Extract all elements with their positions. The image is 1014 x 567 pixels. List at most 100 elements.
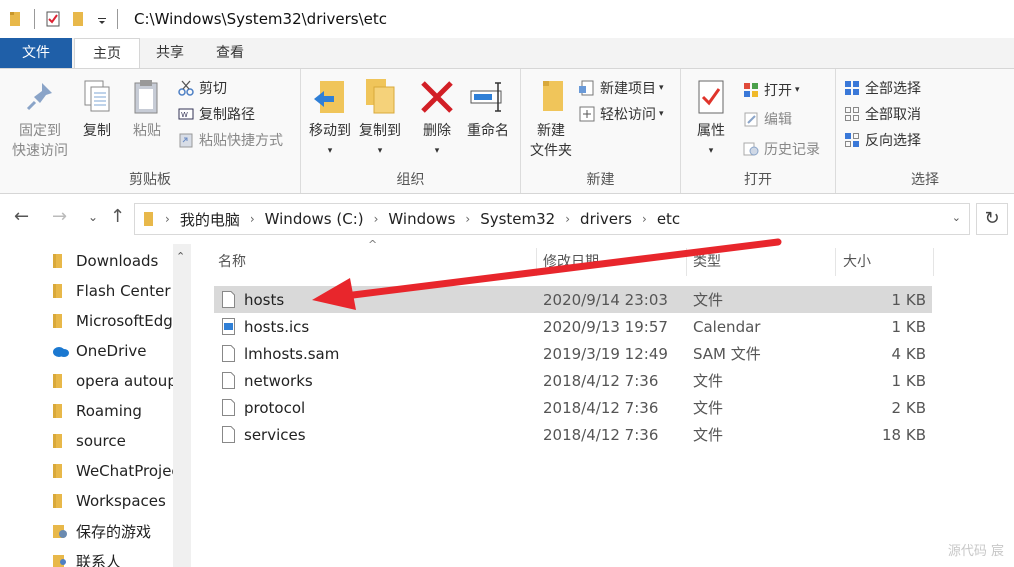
nav-item-label: Downloads [76, 252, 159, 270]
up-arrow-icon[interactable]: ↑ [110, 206, 125, 227]
window-title: C:\Windows\System32\drivers\etc [134, 10, 388, 28]
move-to-button[interactable]: 移动到 ▾ [305, 77, 355, 161]
group-label-organize: 组织 [396, 172, 425, 188]
properties-quick-icon[interactable] [45, 10, 61, 28]
nav-item[interactable]: Flash Center [52, 276, 174, 306]
new-folder-quick-icon[interactable] [71, 10, 87, 28]
refresh-button[interactable]: ↻ [976, 203, 1008, 235]
breadcrumb-item[interactable]: Windows (C:) [265, 210, 364, 228]
nav-item[interactable]: opera autoupdate [52, 366, 174, 396]
file-size: 4 KB [891, 344, 926, 363]
chevron-down-icon: ▾ [795, 85, 800, 95]
edit-button[interactable]: 编辑 [743, 108, 792, 130]
column-header-type[interactable]: 类型 [693, 249, 721, 275]
file-name: networks [244, 371, 313, 390]
copy-to-button[interactable]: 复制到 ▾ [355, 77, 405, 161]
nav-scrollbar[interactable] [173, 244, 191, 567]
nav-item-label: 保存的游戏 [76, 522, 152, 541]
breadcrumb-item[interactable]: 我的电脑 [180, 209, 240, 230]
tab-view[interactable]: 查看 [200, 38, 260, 68]
history-button[interactable]: 历史记录 [743, 138, 820, 160]
nav-item[interactable]: WeChatProjects [52, 456, 174, 486]
breadcrumb-item[interactable]: System32 [480, 210, 555, 228]
nav-item[interactable]: Workspaces [52, 486, 174, 516]
nav-item-label: source [76, 432, 126, 450]
file-row[interactable]: networks 2018/4/12 7:36 文件 1 KB [214, 367, 932, 394]
forward-arrow-icon[interactable]: → [52, 206, 67, 227]
scroll-up-chevron-icon[interactable]: ⌃ [176, 250, 185, 263]
file-row[interactable]: hosts 2020/9/14 23:03 文件 1 KB [214, 286, 932, 313]
column-header-name[interactable]: 名称 [218, 249, 246, 275]
pin-quick-access-button[interactable]: 固定到 快速访问 [8, 77, 72, 161]
refresh-icon: ↻ [984, 208, 1000, 229]
nav-item[interactable]: Downloads [52, 246, 174, 276]
delete-button[interactable]: 删除 ▾ [417, 77, 457, 161]
paste-button[interactable]: 粘贴 [126, 77, 168, 141]
file-name: hosts.ics [244, 317, 310, 336]
back-arrow-icon[interactable]: ← [14, 206, 29, 227]
tab-file[interactable]: 文件 [0, 38, 72, 68]
file-icon [222, 372, 235, 389]
paste-shortcut-button[interactable]: 粘贴快捷方式 [178, 129, 283, 151]
cut-button[interactable]: 剪切 [178, 77, 227, 99]
chevron-down-icon: ▾ [708, 146, 714, 156]
copy-path-button[interactable]: W 复制路径 [178, 103, 255, 125]
address-dropdown-chevron-icon[interactable]: ⌄ [952, 211, 961, 224]
column-header-size[interactable]: 大小 [843, 249, 871, 275]
easy-access-icon [579, 106, 595, 122]
breadcrumb-item[interactable]: Windows [388, 210, 455, 228]
file-row[interactable]: hosts.ics 2020/9/13 19:57 Calendar 1 KB [214, 313, 932, 340]
rename-button[interactable]: 重命名 [463, 77, 513, 141]
edit-icon [743, 111, 759, 127]
file-name: protocol [244, 398, 306, 417]
toolbar-divider [117, 9, 118, 29]
column-divider[interactable] [835, 248, 836, 276]
select-none-button[interactable]: 全部取消 [844, 103, 921, 125]
column-divider[interactable] [536, 248, 537, 276]
tab-home[interactable]: 主页 [74, 38, 140, 69]
address-bar[interactable]: › 我的电脑 › Windows (C:) › Windows › System… [134, 203, 970, 235]
nav-item[interactable]: OneDrive [52, 336, 174, 366]
chevron-down-icon: ▾ [659, 83, 664, 93]
nav-item[interactable]: 保存的游戏 [52, 516, 174, 546]
new-item-button[interactable]: 新建项目 ▾ [579, 77, 664, 99]
group-clipboard: 固定到 快速访问 复制 粘贴 剪切 W 复制路径 粘贴快捷方式 剪贴板 [0, 69, 301, 193]
file-size: 1 KB [891, 371, 926, 390]
column-header-date[interactable]: 修改日期 [543, 249, 599, 275]
nav-item[interactable]: 联系人 [52, 546, 174, 567]
ribbon-home: 固定到 快速访问 复制 粘贴 剪切 W 复制路径 粘贴快捷方式 剪贴板 移动到 … [0, 68, 1014, 194]
chevron-down-icon[interactable] [97, 10, 107, 28]
recent-locations-chevron-icon[interactable]: ⌄ [88, 210, 98, 224]
breadcrumb-item[interactable]: drivers [580, 210, 632, 228]
easy-access-button[interactable]: 轻松访问 ▾ [579, 103, 664, 125]
invert-selection-button[interactable]: 反向选择 [844, 129, 921, 151]
open-button[interactable]: 打开 ▾ [743, 79, 800, 101]
nav-item-label: opera autoupdate [76, 372, 174, 390]
column-divider[interactable] [686, 248, 687, 276]
nav-item[interactable]: source [52, 426, 174, 456]
file-icon [222, 291, 235, 308]
select-none-icon [844, 106, 860, 122]
new-folder-icon [531, 77, 571, 117]
new-folder-button[interactable]: 新建 文件夹 [525, 77, 577, 161]
properties-icon [691, 77, 731, 117]
tab-share[interactable]: 共享 [140, 38, 200, 68]
breadcrumb-item[interactable]: etc [657, 210, 680, 228]
file-row[interactable]: services 2018/4/12 7:36 文件 18 KB [214, 421, 932, 448]
copy-button[interactable]: 复制 [76, 77, 118, 141]
svg-text:W: W [181, 111, 188, 119]
nav-item-label: MicrosoftEdge [76, 312, 174, 330]
column-divider[interactable] [933, 248, 934, 276]
file-row[interactable]: lmhosts.sam 2019/3/19 12:49 SAM 文件 4 KB [214, 340, 932, 367]
nav-item[interactable]: Roaming [52, 396, 174, 426]
file-size: 2 KB [891, 398, 926, 417]
file-row[interactable]: protocol 2018/4/12 7:36 文件 2 KB [214, 394, 932, 421]
file-type: Calendar [693, 317, 761, 336]
scissors-icon [178, 80, 194, 96]
group-label-open: 打开 [744, 172, 772, 188]
nav-item[interactable]: MicrosoftEdge [52, 306, 174, 336]
breadcrumb-separator: › [249, 212, 255, 226]
select-all-button[interactable]: 全部选择 [844, 77, 921, 99]
nav-item-label: Workspaces [76, 492, 166, 510]
properties-button[interactable]: 属性 ▾ [687, 77, 735, 161]
